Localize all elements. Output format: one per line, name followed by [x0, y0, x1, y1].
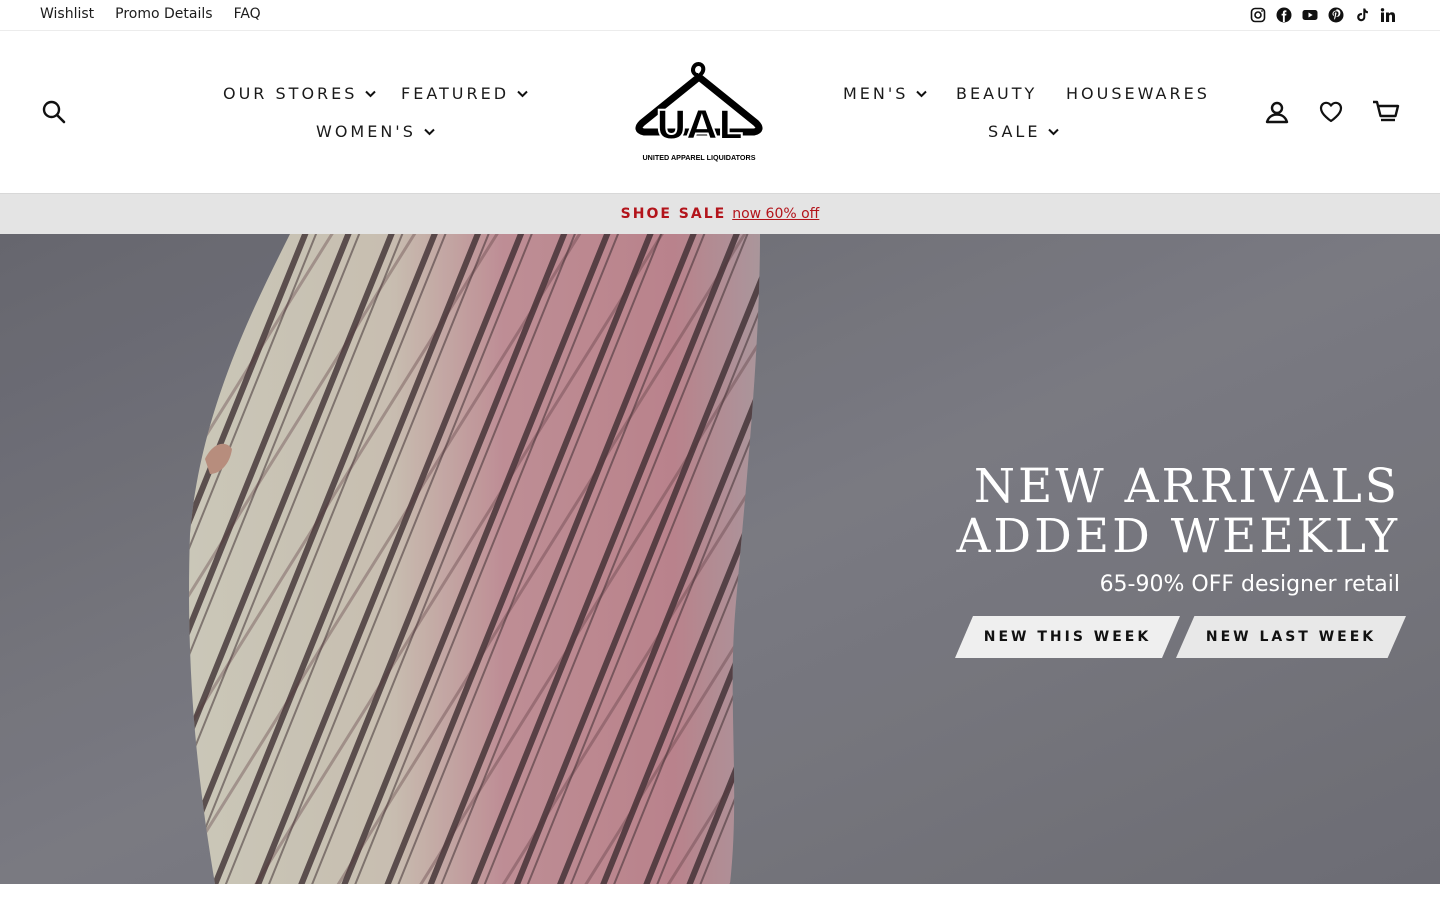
hero-copy: NEW ARRIVALS ADDED WEEKLY 65-90% OFF des…: [956, 459, 1400, 598]
new-last-week-button[interactable]: NEW LAST WEEK: [1176, 616, 1406, 658]
nav-label: HOUSEWARES: [1066, 84, 1210, 103]
instagram-icon[interactable]: [1250, 7, 1266, 23]
chevron-down-icon: [424, 128, 435, 135]
logo-caption: UNITED APPAREL LIQUIDATORS: [642, 153, 755, 162]
nav-label: MEN'S: [843, 84, 909, 103]
pinterest-icon[interactable]: [1328, 7, 1344, 23]
hero-subtitle: 65-90% OFF designer retail: [1099, 572, 1400, 597]
hero-banner: NEW ARRIVALS ADDED WEEKLY 65-90% OFF des…: [0, 234, 1440, 884]
nav-sale[interactable]: SALE: [988, 122, 1060, 141]
hero-title-line1: NEW ARRIVALS: [973, 459, 1400, 514]
faq-link[interactable]: FAQ: [234, 6, 261, 22]
tiktok-icon[interactable]: [1354, 7, 1370, 23]
account-icon[interactable]: [1264, 99, 1290, 125]
announcement-title: SHOE SALE: [620, 206, 727, 222]
site-header: OUR STORES FEATURED WOMEN'S UAL UNITED A…: [0, 31, 1440, 193]
nav-beauty[interactable]: BEAUTY: [956, 84, 1037, 103]
cart-icon[interactable]: [1372, 99, 1400, 125]
nav-label: OUR STORES: [223, 84, 358, 103]
utility-bar: Wishlist Promo Details FAQ: [0, 0, 1440, 31]
nav-our-stores[interactable]: OUR STORES: [223, 84, 377, 103]
nav-housewares[interactable]: HOUSEWARES: [1066, 84, 1210, 103]
nav-label: FEATURED: [401, 84, 510, 103]
announcement-bar: SHOE SALE now 60% off: [0, 193, 1440, 234]
header-actions: [1264, 99, 1400, 125]
new-this-week-button[interactable]: NEW THIS WEEK: [955, 616, 1180, 658]
chevron-down-icon: [517, 90, 528, 97]
site-logo[interactable]: UAL UNITED APPAREL LIQUIDATORS: [632, 59, 766, 165]
wishlist-heart-icon[interactable]: [1318, 99, 1344, 125]
chevron-down-icon: [365, 90, 377, 97]
social-links: [1250, 7, 1396, 23]
search-icon[interactable]: [41, 99, 67, 125]
linkedin-icon[interactable]: [1380, 7, 1396, 23]
nav-label: SALE: [988, 122, 1041, 141]
youtube-icon[interactable]: [1302, 7, 1318, 23]
logo-text: UAL: [655, 103, 743, 149]
facebook-icon[interactable]: [1276, 7, 1292, 23]
hero-title-line2: ADDED WEEKLY: [956, 509, 1400, 564]
page-below-hero: [0, 884, 1440, 900]
nav-label: BEAUTY: [956, 84, 1038, 103]
announcement-link[interactable]: now 60% off: [732, 206, 819, 222]
wishlist-link[interactable]: Wishlist: [40, 6, 94, 22]
nav-featured[interactable]: FEATURED: [401, 84, 528, 103]
utility-links: Wishlist Promo Details FAQ: [40, 6, 261, 22]
hero-buttons: NEW THIS WEEK NEW LAST WEEK: [955, 616, 1406, 658]
chevron-down-icon: [1048, 128, 1060, 135]
nav-mens[interactable]: MEN'S: [843, 84, 928, 103]
chevron-down-icon: [916, 90, 928, 97]
nav-womens[interactable]: WOMEN'S: [316, 122, 435, 141]
nav-label: WOMEN'S: [316, 122, 416, 141]
promo-details-link[interactable]: Promo Details: [115, 6, 212, 22]
